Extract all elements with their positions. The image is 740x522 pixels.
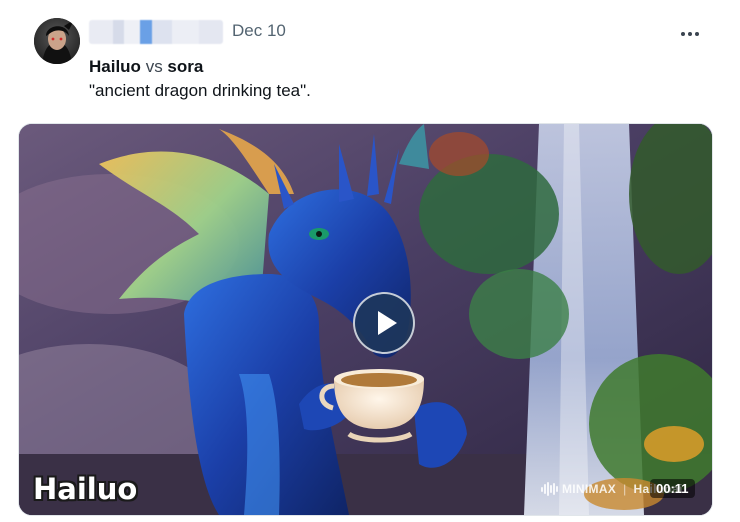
hailuo-watermark: Hailuo bbox=[33, 472, 138, 506]
tweet-date[interactable]: Dec 10 bbox=[232, 21, 286, 41]
brand-minimax: MINIMAX bbox=[562, 482, 617, 496]
brand-separator: | bbox=[623, 482, 627, 496]
author-name-redacted[interactable] bbox=[89, 20, 223, 44]
soundwave-icon bbox=[541, 482, 558, 496]
video-duration: 00:11 bbox=[650, 479, 695, 498]
headline-sora: sora bbox=[167, 57, 204, 76]
video-player[interactable]: Hailuo MINIMAX | Hailuoai 00:11 bbox=[18, 123, 713, 516]
play-icon bbox=[377, 311, 397, 335]
tweet-headline: Hailuo vs sora bbox=[89, 56, 203, 78]
author-avatar[interactable] bbox=[34, 18, 80, 64]
tweet-caption: "ancient dragon drinking tea". bbox=[89, 81, 311, 100]
headline-hailuo: Hailuo bbox=[89, 57, 141, 76]
headline-vs: vs bbox=[145, 57, 163, 76]
play-button[interactable] bbox=[353, 292, 415, 354]
avatar-image bbox=[34, 18, 80, 64]
more-options-icon[interactable] bbox=[676, 22, 704, 46]
